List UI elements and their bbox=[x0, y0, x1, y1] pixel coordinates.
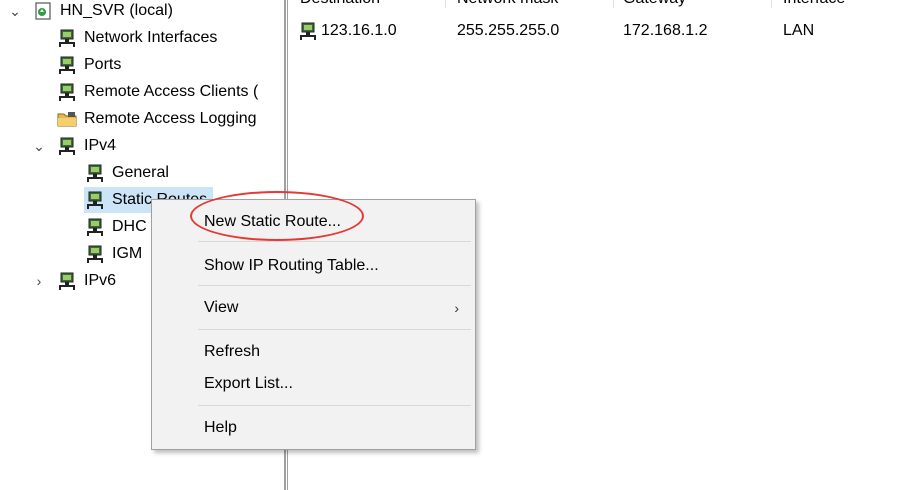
menu-separator bbox=[198, 285, 471, 286]
menu-item-export-list[interactable]: Export List... bbox=[152, 371, 475, 397]
tree-item-label: IGM bbox=[112, 245, 143, 262]
column-header-network-mask[interactable]: Network mask bbox=[457, 0, 558, 10]
submenu-arrow-icon: › bbox=[454, 300, 459, 316]
menu-separator bbox=[198, 329, 471, 330]
cell-destination: 123.16.1.0 bbox=[321, 22, 397, 39]
tree-item-label: General bbox=[112, 164, 169, 181]
menu-item-help[interactable]: Help bbox=[152, 415, 475, 441]
network-icon bbox=[87, 191, 103, 209]
column-divider[interactable] bbox=[771, 0, 772, 8]
menu-separator bbox=[198, 241, 471, 242]
column-header-gateway[interactable]: Gateway bbox=[623, 0, 686, 10]
network-icon bbox=[87, 245, 103, 263]
network-icon bbox=[87, 164, 103, 182]
network-icon bbox=[300, 22, 316, 40]
cell-network-mask: 255.255.255.0 bbox=[457, 22, 560, 39]
tree-item-label: Remote Access Clients ( bbox=[84, 83, 259, 100]
network-icon bbox=[59, 137, 75, 155]
tree-item-label: Network Interfaces bbox=[84, 29, 218, 46]
server-icon bbox=[35, 2, 51, 20]
column-header-interface[interactable]: Interface bbox=[783, 0, 845, 10]
menu-separator bbox=[198, 405, 471, 406]
tree-item-label: Remote Access Logging bbox=[84, 110, 257, 127]
menu-item-label: View bbox=[204, 299, 239, 316]
tree-item-remote-access-clients[interactable]: Remote Access Clients ( bbox=[56, 79, 258, 105]
chevron-down-icon[interactable]: ⌄ bbox=[32, 138, 46, 154]
tree-item-dhcp[interactable]: DHC bbox=[84, 214, 147, 240]
cell-gateway: 172.168.1.2 bbox=[623, 22, 708, 39]
tree-item-ipv4[interactable]: ⌄ IPv4 bbox=[32, 133, 116, 159]
network-icon bbox=[59, 272, 75, 290]
column-divider[interactable] bbox=[445, 0, 446, 8]
chevron-right-icon[interactable]: › bbox=[32, 273, 46, 289]
tree-item-label: DHC bbox=[112, 218, 147, 235]
tree-item-label: IPv4 bbox=[84, 137, 117, 154]
folder-icon bbox=[57, 112, 77, 127]
menu-item-show-ip-routing-table[interactable]: Show IP Routing Table... bbox=[152, 253, 475, 279]
tree-item-igmp[interactable]: IGM bbox=[84, 241, 142, 267]
column-header-destination[interactable]: Destination bbox=[300, 0, 380, 10]
tree-item-label: Ports bbox=[84, 56, 122, 73]
menu-item-refresh[interactable]: Refresh bbox=[152, 339, 475, 365]
tree-item-remote-access-logging[interactable]: Remote Access Logging bbox=[56, 106, 257, 132]
tree-item-ports[interactable]: Ports bbox=[56, 52, 121, 78]
tree-item-ipv6[interactable]: › IPv6 bbox=[32, 268, 116, 294]
tree-item-network-interfaces[interactable]: Network Interfaces bbox=[56, 25, 217, 51]
chevron-down-icon[interactable]: ⌄ bbox=[8, 3, 22, 19]
menu-item-view[interactable]: View › bbox=[152, 295, 475, 321]
tree-item-label: IPv6 bbox=[84, 272, 117, 289]
tree-item-server[interactable]: ⌄ HN_SVR (local) bbox=[8, 0, 173, 24]
column-divider[interactable] bbox=[613, 0, 614, 8]
tree-item-label: HN_SVR (local) bbox=[60, 2, 173, 19]
highlight-callout bbox=[190, 191, 364, 241]
network-icon bbox=[59, 83, 75, 101]
network-icon bbox=[87, 218, 103, 236]
network-icon bbox=[59, 56, 75, 74]
network-icon bbox=[59, 29, 75, 47]
tree-item-general[interactable]: General bbox=[84, 160, 169, 186]
cell-interface: LAN bbox=[783, 22, 815, 39]
